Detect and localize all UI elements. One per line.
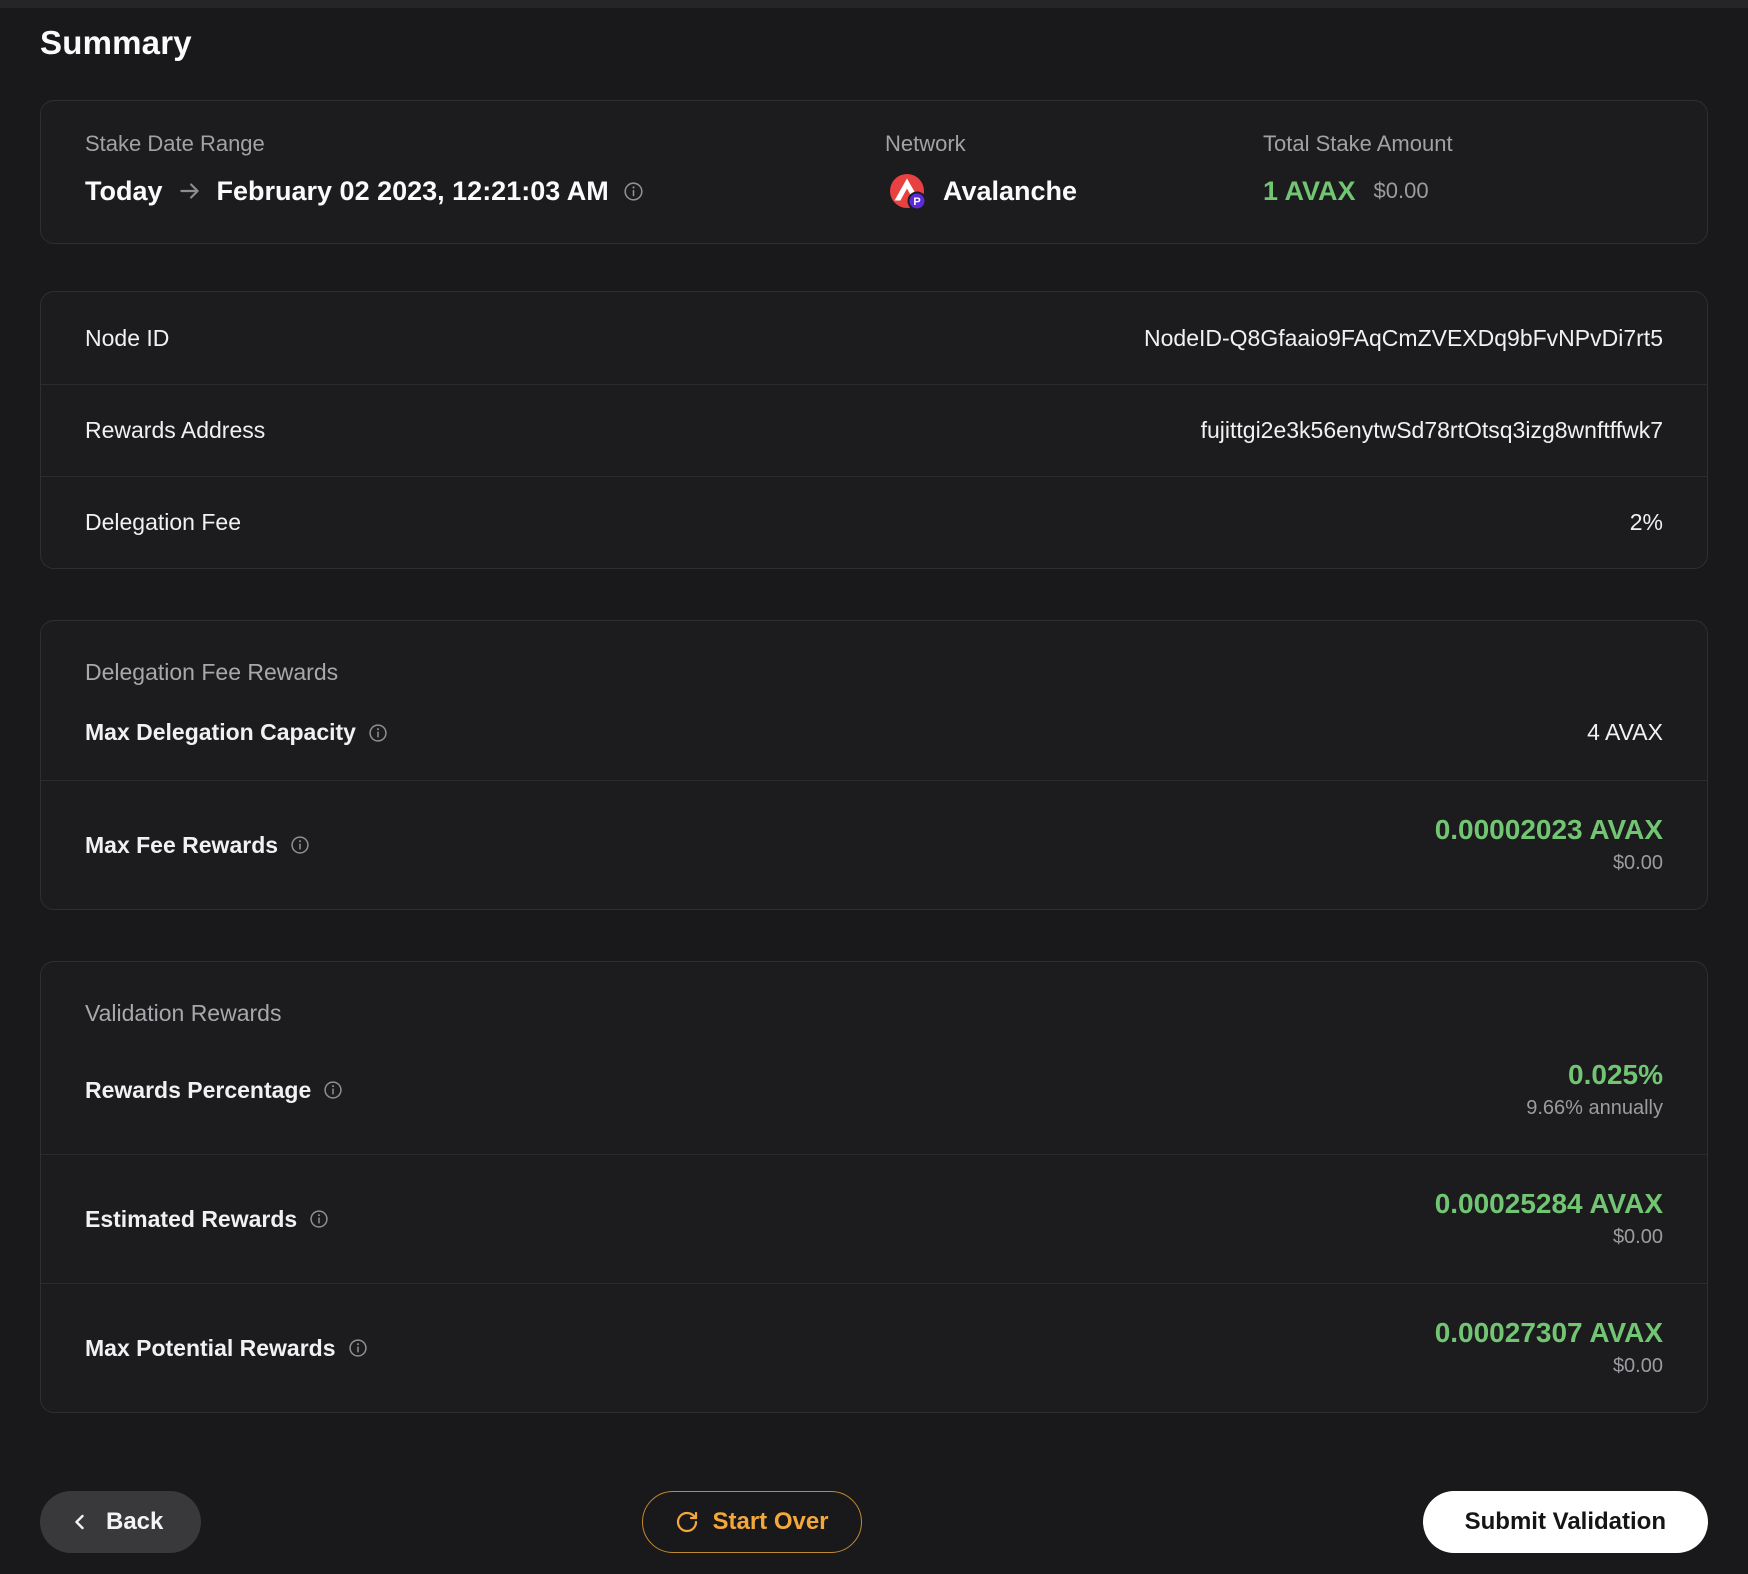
- max-fee-rewards-info-icon[interactable]: [290, 835, 310, 855]
- network-value: P Avalanche: [885, 169, 1263, 213]
- refresh-icon: [675, 1510, 699, 1534]
- estimated-rewards-row: Estimated Rewards 0.00025284 AVAX $0.00: [41, 1154, 1707, 1283]
- rewards-percentage-labelwrap: Rewards Percentage: [85, 1077, 343, 1104]
- stake-date-to: February 02 2023, 12:21:03 AM: [216, 175, 609, 206]
- total-stake-label: Total Stake Amount: [1263, 131, 1453, 156]
- submit-validation-button-label: Submit Validation: [1464, 1508, 1666, 1535]
- delegation-fee-rewards-card: Delegation Fee Rewards Max Delegation Ca…: [40, 620, 1708, 910]
- rewards-percentage-values: 0.025% 9.66% annually: [1526, 1060, 1663, 1120]
- chevron-left-icon: [68, 1510, 92, 1534]
- rewards-percentage-row: Rewards Percentage 0.025% 9.66% annually: [41, 1026, 1707, 1154]
- max-potential-rewards-values: 0.00027307 AVAX $0.00: [1435, 1318, 1663, 1378]
- rewards-address-label: Rewards Address: [85, 417, 266, 443]
- max-fee-rewards-labelwrap: Max Fee Rewards: [85, 832, 310, 859]
- start-over-button-label: Start Over: [712, 1508, 829, 1535]
- rewards-address-row: Rewards Address fujittgi2e3k56enytwSd78r…: [41, 384, 1707, 476]
- max-fee-rewards-row: Max Fee Rewards 0.00002023 AVAX $0.00: [41, 780, 1707, 909]
- total-stake-value: 1 AVAX $0.00: [1263, 169, 1663, 213]
- stake-overview-card: Stake Date Range Today February 02 2023,…: [40, 100, 1708, 244]
- estimated-rewards-info-icon[interactable]: [309, 1209, 329, 1229]
- estimated-rewards-value: 0.00025284 AVAX: [1434, 1188, 1663, 1219]
- validation-rewards-card: Validation Rewards Rewards Percentage 0.…: [40, 961, 1708, 1413]
- max-delegation-capacity-labelwrap: Max Delegation Capacity: [85, 719, 388, 746]
- max-fee-rewards-label: Max Fee Rewards: [85, 831, 279, 858]
- max-fee-rewards-values: 0.00002023 AVAX $0.00: [1435, 815, 1663, 875]
- estimated-rewards-labelwrap: Estimated Rewards: [85, 1206, 329, 1233]
- node-id-value: NodeID-Q8Gfaaio9FAqCmZVEXDq9bFvNPvDi7rt5: [1144, 324, 1663, 351]
- max-potential-rewards-info-icon[interactable]: [348, 1338, 368, 1358]
- total-stake-usd: $0.00: [1373, 178, 1429, 203]
- max-potential-rewards-value: 0.00027307 AVAX: [1434, 1317, 1663, 1348]
- rewards-address-value: fujittgi2e3k56enytwSd78rtOtsq3izg8wnftff…: [1200, 417, 1663, 443]
- max-potential-rewards-labelwrap: Max Potential Rewards: [85, 1335, 368, 1362]
- max-fee-rewards-value: 0.00002023 AVAX: [1434, 814, 1663, 845]
- node-id-row: Node ID NodeID-Q8Gfaaio9FAqCmZVEXDq9bFvN…: [41, 292, 1707, 384]
- node-details-card: Node ID NodeID-Q8Gfaaio9FAqCmZVEXDq9bFvN…: [40, 291, 1708, 569]
- footer-actions: Back Start Over Submit Validation: [40, 1491, 1708, 1553]
- footer-center: Start Over: [141, 1491, 1362, 1553]
- max-potential-rewards-label: Max Potential Rewards: [85, 1334, 336, 1361]
- validation-rewards-title: Validation Rewards: [85, 1000, 282, 1026]
- estimated-rewards-values: 0.00025284 AVAX $0.00: [1435, 1189, 1663, 1249]
- top-edge-strip: [0, 0, 1748, 8]
- stake-date-from: Today: [85, 175, 163, 206]
- max-fee-rewards-usd: $0.00: [1612, 852, 1663, 874]
- delegation-fee-rewards-title: Delegation Fee Rewards: [85, 659, 339, 685]
- network-label: Network: [885, 131, 966, 156]
- stake-date-range-column: Stake Date Range Today February 02 2023,…: [85, 131, 885, 213]
- rewards-percentage-annual: 9.66% annually: [1526, 1097, 1663, 1119]
- delegation-fee-value: 2%: [1629, 509, 1663, 535]
- max-delegation-capacity-info-icon[interactable]: [368, 723, 388, 743]
- page-title: Summary: [40, 24, 192, 61]
- stake-date-info-icon[interactable]: [623, 181, 644, 202]
- start-over-button[interactable]: Start Over: [642, 1491, 862, 1553]
- avalanche-icon: P: [885, 169, 929, 213]
- max-delegation-capacity-label: Max Delegation Capacity: [85, 719, 356, 745]
- delegation-fee-row: Delegation Fee 2%: [41, 476, 1707, 568]
- total-stake-column: Total Stake Amount 1 AVAX $0.00: [1263, 131, 1663, 213]
- network-column: Network P Avalanche: [885, 131, 1263, 213]
- max-potential-rewards-row: Max Potential Rewards 0.00027307 AVAX $0…: [41, 1283, 1707, 1412]
- summary-page: Summary Stake Date Range Today February …: [0, 24, 1748, 1553]
- max-potential-rewards-usd: $0.00: [1612, 1355, 1663, 1377]
- delegation-fee-label: Delegation Fee: [85, 509, 241, 535]
- rewards-percentage-label: Rewards Percentage: [85, 1076, 312, 1103]
- stake-date-range-value: Today February 02 2023, 12:21:03 AM: [85, 169, 885, 213]
- node-id-label: Node ID: [85, 324, 170, 351]
- rewards-percentage-info-icon[interactable]: [323, 1080, 343, 1100]
- max-delegation-capacity-value: 4 AVAX: [1587, 719, 1663, 745]
- rewards-percentage-value: 0.025%: [1568, 1059, 1663, 1090]
- max-delegation-capacity-row: Max Delegation Capacity 4 AVAX: [41, 685, 1707, 780]
- stake-date-range-label: Stake Date Range: [85, 131, 265, 156]
- estimated-rewards-label: Estimated Rewards: [85, 1205, 298, 1232]
- network-name: Avalanche: [943, 175, 1078, 206]
- total-stake-amount: 1 AVAX: [1263, 175, 1356, 206]
- p-chain-badge-letter: P: [913, 196, 920, 208]
- submit-validation-button[interactable]: Submit Validation: [1422, 1491, 1708, 1553]
- estimated-rewards-usd: $0.00: [1612, 1226, 1663, 1248]
- arrow-right-icon: [177, 178, 203, 204]
